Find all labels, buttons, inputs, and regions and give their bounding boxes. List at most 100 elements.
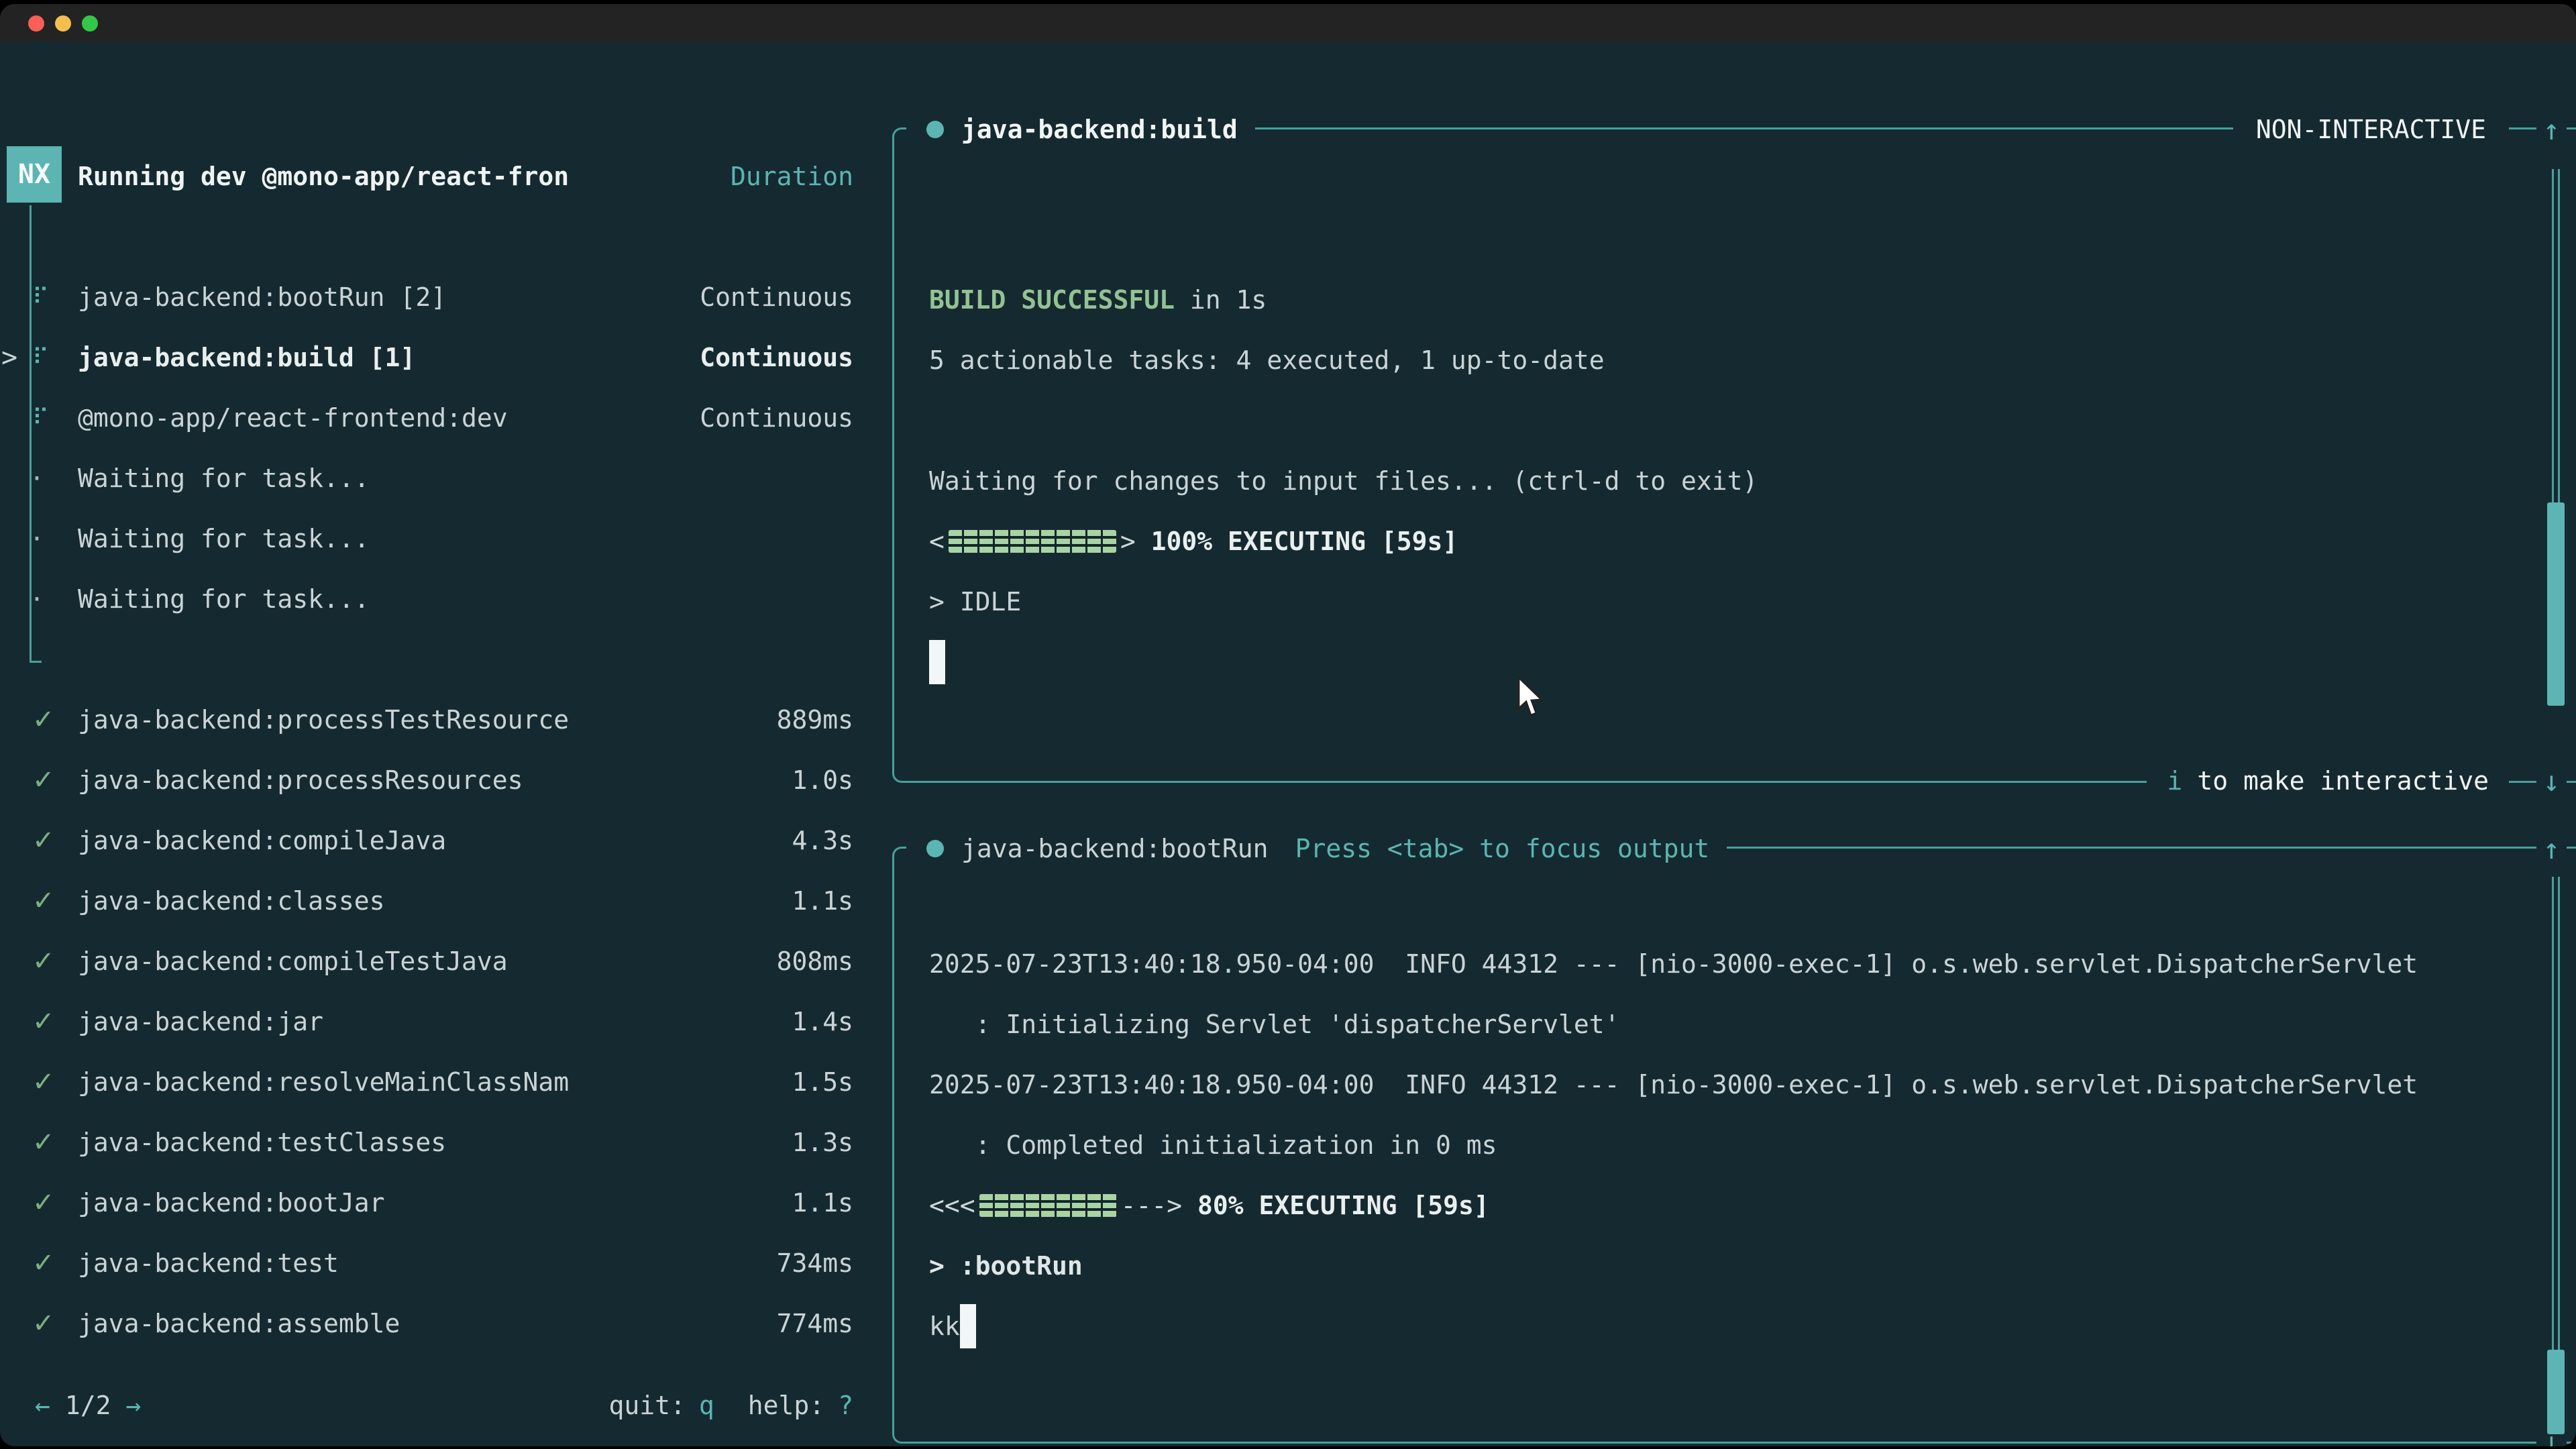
scroll-up-icon[interactable]: ↑ xyxy=(2536,829,2567,868)
selected-task-marker: > xyxy=(1,342,17,373)
terminal-cursor xyxy=(960,1304,976,1348)
task-status: Continuous xyxy=(700,282,853,312)
pending-bullet-icon: · xyxy=(0,522,78,556)
quit-key[interactable]: q xyxy=(699,1391,714,1420)
check-icon: ✓ xyxy=(0,765,78,796)
completed-task-row[interactable]: ✓ java-backend:test 734ms xyxy=(0,1233,872,1293)
task-name[interactable]: java-backend:testClasses xyxy=(78,1128,792,1157)
task-name[interactable]: java-backend:bootJar xyxy=(78,1188,792,1218)
task-name[interactable]: java-backend:processTestResource xyxy=(78,705,777,735)
task-name[interactable]: java-backend:jar xyxy=(78,1007,792,1036)
task-list-header: Running dev @mono-app/react-fron Duratio… xyxy=(0,146,872,207)
build-scrollbar-thumb[interactable] xyxy=(2547,502,2565,706)
progress-bar-fill xyxy=(949,530,1116,553)
build-scrollbar-track[interactable] xyxy=(2552,169,2560,502)
completed-task-row[interactable]: ✓ java-backend:compileTestJava 808ms xyxy=(0,931,872,991)
help-key[interactable]: ? xyxy=(838,1391,853,1420)
completed-task-row[interactable]: ✓ java-backend:testClasses 1.3s xyxy=(0,1112,872,1173)
completed-task-row[interactable]: ✓ java-backend:classes 1.1s xyxy=(0,871,872,931)
check-icon: ✓ xyxy=(0,1308,78,1339)
task-name[interactable]: java-backend:assemble xyxy=(78,1309,777,1338)
task-name[interactable]: java-backend:test xyxy=(78,1248,777,1278)
task-sidebar: NX Running dev @mono-app/react-fron Dura… xyxy=(0,111,872,1446)
interactive-hint-key[interactable]: i xyxy=(2167,766,2182,796)
close-window-icon[interactable] xyxy=(28,15,44,32)
sidebar-footer: ← 1/2 → quit: q help: ? xyxy=(0,1375,872,1436)
non-interactive-badge: NON-INTERACTIVE xyxy=(2233,110,2509,149)
task-duration: 4.3s xyxy=(792,826,853,855)
task-duration: 808ms xyxy=(777,947,853,976)
task-name[interactable]: java-backend:resolveMainClassNam xyxy=(78,1067,792,1097)
waiting-label: Waiting for task... xyxy=(78,584,853,614)
build-output-panel[interactable]: java-backend:build NON-INTERACTIVE ↑ BUI… xyxy=(892,127,2576,783)
build-panel-title-text: java-backend:build xyxy=(961,115,1238,144)
task-duration: 889ms xyxy=(777,705,853,735)
interactive-hint: i to make interactive xyxy=(2147,761,2509,800)
completed-task-row[interactable]: ✓ java-backend:processTestResource 889ms xyxy=(0,690,872,750)
bootrun-panel-title-text: java-backend:bootRun xyxy=(961,834,1269,863)
continuous-task-row[interactable]: > ⠏ java-backend:build [1] Continuous xyxy=(0,327,872,388)
pending-bullet-icon: · xyxy=(0,462,78,496)
log-line: 2025-07-23T13:40:18.950-04:00 INFO 44312… xyxy=(929,1055,2496,1115)
completed-task-row[interactable]: ✓ java-backend:bootJar 1.1s xyxy=(0,1173,872,1233)
scroll-down-icon[interactable]: ↓ xyxy=(2536,761,2567,800)
check-icon: ✓ xyxy=(0,704,78,735)
progress-open-chevrons: <<< xyxy=(929,1191,975,1220)
bootrun-output: 2025-07-23T13:40:18.950-04:00 INFO 44312… xyxy=(929,934,2496,1356)
bootrun-panel-title: java-backend:bootRun Press <tab> to focu… xyxy=(906,829,1727,868)
app-window: NX Running dev @mono-app/react-fron Dura… xyxy=(0,4,2576,1446)
task-dot-icon xyxy=(926,121,944,138)
completed-task-row[interactable]: ✓ java-backend:processResources 1.0s xyxy=(0,750,872,810)
continuous-task-row[interactable]: ⠏ @mono-app/react-frontend:dev Continuou… xyxy=(0,388,872,448)
task-name[interactable]: java-backend:build [1] xyxy=(78,343,700,372)
waiting-task-row: · Waiting for task... xyxy=(0,569,872,629)
prev-page-icon[interactable]: ← xyxy=(35,1391,50,1420)
task-name[interactable]: java-backend:processResources xyxy=(78,765,792,795)
log-line: 2025-07-23T13:40:18.950-04:00 INFO 44312… xyxy=(929,934,2496,994)
task-name[interactable]: java-backend:classes xyxy=(78,886,792,916)
completed-task-row[interactable]: ✓ java-backend:resolveMainClassNam 1.5s xyxy=(0,1052,872,1112)
page-indicator: 1/2 xyxy=(65,1391,111,1420)
task-name[interactable]: @mono-app/react-frontend:dev xyxy=(78,403,700,433)
task-name[interactable]: java-backend:compileTestJava xyxy=(78,947,777,976)
idle-status-line: > IDLE xyxy=(929,572,2496,632)
mouse-cursor xyxy=(1517,676,1548,720)
stdin-input-line[interactable]: kk xyxy=(929,1296,2496,1356)
waiting-label: Waiting for task... xyxy=(78,524,853,553)
gradle-progress-line: < > 100% EXECUTING [59s] xyxy=(929,511,2496,572)
check-icon: ✓ xyxy=(0,1187,78,1218)
help-label: help: xyxy=(748,1391,824,1420)
task-name[interactable]: java-backend:bootRun [2] xyxy=(78,282,700,312)
check-icon: ✓ xyxy=(0,1006,78,1037)
log-line: : Completed initialization in 0 ms xyxy=(929,1115,2496,1175)
maximize-window-icon[interactable] xyxy=(82,15,98,32)
progress-label: 100% EXECUTING [59s] xyxy=(1136,527,1458,556)
terminal-cursor xyxy=(929,640,945,684)
continuous-task-row[interactable]: ⠏ java-backend:bootRun [2] Continuous xyxy=(0,267,872,327)
stdin-input-text[interactable]: kk xyxy=(929,1311,960,1341)
window-titlebar[interactable] xyxy=(0,4,2576,42)
completed-task-row[interactable]: ✓ java-backend:assemble 774ms xyxy=(0,1293,872,1354)
task-dot-icon xyxy=(926,840,944,857)
duration-column-header: Duration xyxy=(731,162,853,191)
check-icon: ✓ xyxy=(0,1067,78,1097)
completed-task-row[interactable]: ✓ java-backend:jar 1.4s xyxy=(0,991,872,1052)
log-line: : Initializing Servlet 'dispatcherServle… xyxy=(929,994,2496,1055)
next-page-icon[interactable]: → xyxy=(126,1391,142,1420)
task-duration: 1.1s xyxy=(792,1188,853,1218)
bootrun-scrollbar-track[interactable] xyxy=(2552,877,2560,1350)
bootrun-output-panel[interactable]: java-backend:bootRun Press <tab> to focu… xyxy=(892,847,2576,1444)
check-icon: ✓ xyxy=(0,885,78,916)
completed-task-row[interactable]: ✓ java-backend:compileJava 4.3s xyxy=(0,810,872,871)
progress-close-chevron: > xyxy=(1120,527,1136,556)
spinner-icon: ⠏ xyxy=(0,405,78,431)
task-name[interactable]: java-backend:compileJava xyxy=(78,826,792,855)
bootrun-scrollbar-thumb[interactable] xyxy=(2547,1350,2565,1434)
quit-label: quit: xyxy=(608,1391,685,1420)
task-duration: 734ms xyxy=(777,1248,853,1278)
task-duration: 1.0s xyxy=(792,765,853,795)
page-navigation: ← 1/2 → xyxy=(35,1391,141,1420)
scroll-up-icon[interactable]: ↑ xyxy=(2536,110,2567,149)
minimize-window-icon[interactable] xyxy=(55,15,71,32)
bootrun-prompt-line: > :bootRun xyxy=(929,1236,2496,1296)
